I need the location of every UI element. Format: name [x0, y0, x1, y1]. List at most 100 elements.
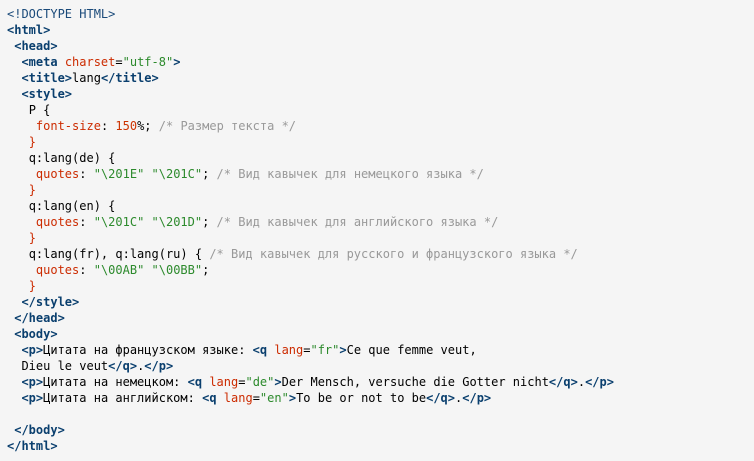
code-token-tag: </p> — [462, 391, 492, 405]
code-token-punct: : — [79, 263, 94, 277]
code-token-tag: <body> — [14, 327, 58, 341]
code-line: <p>Цитата на немецком: <q lang="de">Der … — [7, 374, 754, 390]
code-line: <body> — [7, 326, 754, 342]
code-token-prop: quotes — [35, 215, 80, 229]
code-token-punct: { — [43, 103, 51, 117]
code-token-sel: q:lang(fr), q:lang(ru) — [28, 247, 195, 261]
code-token-attr: lang — [223, 391, 253, 405]
code-token-punct: : — [79, 167, 94, 181]
code-token-punct: { — [108, 199, 116, 213]
code-token-tag: > — [173, 55, 181, 69]
code-line: } — [7, 134, 754, 150]
code-line: <p>Цитата на английском: <q lang="en">To… — [7, 390, 754, 406]
code-token-tag: <style> — [21, 87, 73, 101]
code-token-tag: </title> — [100, 71, 159, 85]
code-line: </style> — [7, 294, 754, 310]
code-token-text: Der Mensch, versuche die Gotter nicht — [281, 375, 549, 389]
code-token-tag: <q — [202, 391, 224, 405]
code-token-tag: </q> — [426, 391, 456, 405]
code-token-punct: { — [108, 151, 116, 165]
code-token-tag: > — [274, 375, 282, 389]
code-line: quotes: "\201C" "\201D"; /* Вид кавычек … — [7, 214, 754, 230]
code-line: q:lang(fr), q:lang(ru) { /* Вид кавычек … — [7, 246, 754, 262]
code-line: <!DOCTYPE HTML> — [7, 6, 754, 22]
code-token-tag: <q — [252, 343, 275, 357]
code-line: q:lang(en) { — [7, 198, 754, 214]
code-token-prop: quotes — [35, 263, 80, 277]
code-line: <title>lang</title> — [7, 70, 754, 86]
code-token-brace: } — [28, 183, 36, 197]
code-token-tag: </q> — [548, 375, 578, 389]
code-token-text: lang — [72, 71, 101, 85]
code-line: quotes: "\00AB" "\00BB"; — [7, 262, 754, 278]
code-token-val: "fr" — [310, 343, 340, 357]
code-token-tag: <p> — [21, 343, 44, 357]
code-token-tag: <html> — [7, 23, 51, 37]
code-token-text: Dieu le veut — [7, 359, 109, 373]
code-token-text: Цитата на английском: — [43, 391, 203, 405]
code-token-tag: </html> — [7, 439, 58, 453]
code-token-punct: : — [79, 215, 94, 229]
code-token-text: . — [577, 375, 586, 389]
code-token-text: Цитата на немецком: — [43, 375, 188, 389]
code-token-tag: </p> — [144, 359, 174, 373]
code-token-attr: lang — [209, 375, 239, 389]
code-line: } — [7, 230, 754, 246]
code-line: } — [7, 278, 754, 294]
code-line: </head> — [7, 310, 754, 326]
code-token-tag: <p> — [21, 375, 44, 389]
code-line: Dieu le veut</q>.</p> — [7, 358, 754, 374]
code-token-str: "\201E" "\201C" — [93, 167, 203, 181]
code-line: <style> — [7, 86, 754, 102]
code-token-text: To be or not to be — [296, 391, 427, 405]
code-line: <head> — [7, 38, 754, 54]
code-token-text: Ce que femme veut, — [346, 343, 477, 357]
code-line: font-size: 150%; /* Размер текста */ — [7, 118, 754, 134]
code-token-tag: > — [288, 391, 297, 405]
code-line: } — [7, 182, 754, 198]
code-token-num: 150 — [115, 119, 138, 133]
code-token-attr: lang — [274, 343, 304, 357]
code-token-prop: font-size — [35, 119, 101, 133]
code-token-tag: </body> — [14, 423, 65, 437]
code-token-tag: </p> — [585, 375, 614, 389]
code-token-brace: } — [28, 231, 36, 245]
code-token-brace: } — [28, 279, 36, 293]
code-token-val: "utf-8" — [122, 55, 174, 69]
code-token-val: "de" — [245, 375, 275, 389]
code-line: </html> — [7, 438, 754, 454]
code-token-tag: </head> — [14, 311, 65, 325]
code-line: </body> — [7, 422, 754, 438]
code-token-comment: /* Вид кавычек для немецкого языка */ — [216, 167, 484, 181]
code-token-sel: q:lang(en) — [28, 199, 109, 213]
code-token-punct: = — [252, 391, 260, 405]
code-token-punct: { — [194, 247, 210, 261]
code-token-comment: /* Вид кавычек для русского и французско… — [209, 247, 578, 261]
code-token-punct: %; — [137, 119, 159, 133]
code-token-brace: } — [28, 135, 36, 149]
code-token-comment: /* Размер текста */ — [158, 119, 297, 133]
code-block: <!DOCTYPE HTML> <html> <head> <meta chars… — [0, 0, 754, 461]
code-token-comment: /* Вид кавычек для английского языка */ — [216, 215, 499, 229]
code-token-punct: ; — [202, 215, 217, 229]
code-token-tag: <q — [187, 375, 210, 389]
code-token-doctype: <!DOCTYPE HTML> — [7, 7, 116, 21]
code-token-text: Цитата на французском языке: — [43, 343, 253, 357]
code-line: quotes: "\201E" "\201C"; /* Вид кавычек … — [7, 166, 754, 182]
